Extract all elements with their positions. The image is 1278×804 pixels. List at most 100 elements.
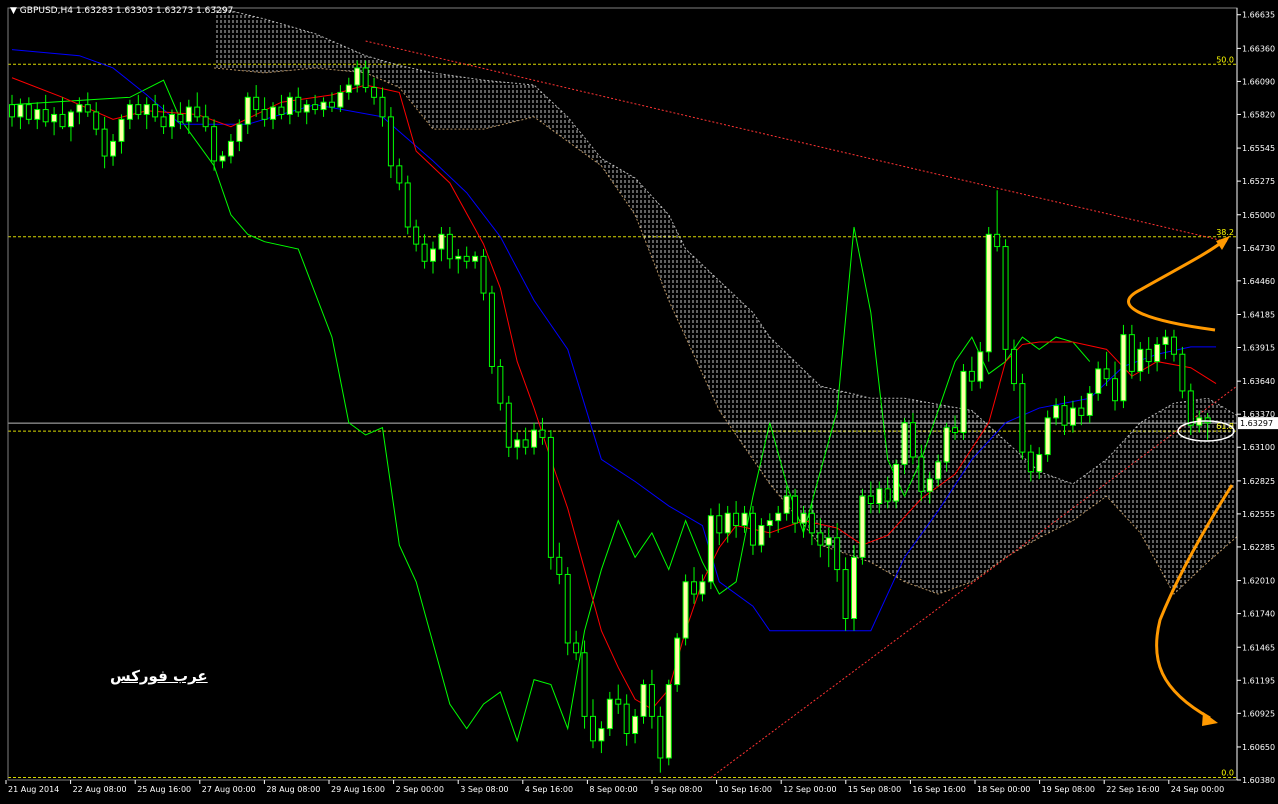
ichimoku-lines — [11, 49, 1217, 743]
bull-candle — [1044, 417, 1051, 456]
bear-candle — [1170, 336, 1177, 355]
bull-candle — [825, 537, 832, 546]
bear-candle — [59, 113, 66, 128]
bear-candle — [488, 292, 495, 367]
bear-candle — [556, 556, 563, 575]
y-tick-label: 1.66635 — [1242, 11, 1275, 20]
bear-candle — [1103, 368, 1110, 380]
bear-candle — [1128, 334, 1135, 372]
bear-candle — [160, 116, 167, 128]
x-tick-label: 8 Sep 00:00 — [589, 785, 637, 794]
bull-candle — [741, 512, 748, 527]
bull-candle — [1095, 368, 1102, 394]
bear-candle — [295, 96, 302, 113]
bear-candle — [446, 233, 453, 260]
bull-candle — [337, 91, 344, 108]
bull-candle — [514, 439, 521, 448]
x-tick-label: 9 Sep 08:00 — [654, 785, 702, 794]
bull-candle — [606, 698, 613, 730]
y-tick-label: 1.64185 — [1242, 310, 1275, 319]
x-tick-label: 25 Aug 16:00 — [137, 785, 191, 794]
bull-candle — [219, 155, 226, 162]
bear-candle — [968, 370, 975, 382]
y-tick-label: 1.66360 — [1242, 44, 1275, 53]
resistance-trendline — [365, 40, 1228, 243]
bear-candle — [994, 233, 1001, 248]
bear-candle — [379, 96, 386, 118]
bull-candle — [876, 488, 883, 504]
bear-candle — [952, 427, 959, 434]
y-tick-label: 1.62010 — [1242, 577, 1275, 586]
x-tick-label: 21 Aug 2014 — [8, 785, 59, 794]
bull-candle — [51, 113, 58, 123]
bear-candle — [1061, 405, 1068, 426]
bear-candle — [834, 537, 841, 571]
bear-candle — [177, 113, 184, 123]
bull-candle — [783, 495, 790, 514]
bear-candle — [84, 104, 91, 113]
y-tick-label: 1.60925 — [1242, 709, 1275, 718]
bear-candle — [413, 226, 420, 245]
bear-candle — [278, 106, 285, 115]
bear-candle — [152, 104, 159, 118]
bull-candle — [185, 106, 192, 123]
bear-candle — [691, 581, 698, 595]
y-tick-label: 1.63640 — [1242, 377, 1275, 386]
bear-candle — [564, 573, 571, 644]
bull-candle — [270, 106, 277, 120]
bear-candle — [421, 243, 428, 262]
bear-candle — [312, 104, 319, 111]
bull-candle — [758, 525, 765, 546]
bear-candle — [1002, 246, 1009, 350]
fib-label-1: 38.2 — [1216, 228, 1234, 237]
y-tick-label: 1.62825 — [1242, 477, 1275, 486]
bull-candle — [674, 637, 681, 686]
bear-candle — [615, 698, 622, 705]
chart-header: ▼ GBPUSD,H4 1.63283 1.63303 1.63273 1.63… — [10, 6, 233, 16]
bull-candle — [1036, 454, 1043, 473]
bear-candle — [1112, 378, 1119, 402]
bear-candle — [9, 104, 15, 118]
bear-candle — [657, 715, 664, 759]
bull-candle — [724, 512, 731, 534]
watermark-text: عرب فوركس — [110, 667, 208, 685]
bear-candle — [1027, 451, 1034, 473]
bull-candle — [531, 429, 538, 448]
y-tick-label: 1.62285 — [1242, 543, 1275, 552]
bear-candle — [261, 109, 268, 120]
bull-candle — [985, 233, 992, 353]
x-tick-label: 2 Sep 00:00 — [396, 785, 444, 794]
y-tick-label: 1.65545 — [1242, 144, 1275, 153]
y-tick-label: 1.62555 — [1242, 510, 1275, 519]
current-price-label: 1.63297 — [1240, 419, 1273, 428]
bull-candle — [775, 512, 782, 522]
bear-candle — [808, 512, 815, 534]
bull-candle — [1086, 392, 1093, 416]
x-tick-label: 19 Sep 08:00 — [1042, 785, 1095, 794]
bear-candle — [842, 569, 849, 620]
bull-candle — [632, 715, 639, 735]
bull-candle — [893, 463, 900, 502]
bull-candle — [960, 370, 967, 434]
bull-candle — [303, 104, 310, 113]
x-tick-label: 24 Sep 00:00 — [1171, 785, 1224, 794]
arrow-head-up-icon — [1216, 236, 1230, 250]
bull-candle — [320, 101, 327, 111]
bull-candle — [800, 512, 807, 524]
bear-candle — [1187, 390, 1194, 426]
bear-candle — [749, 512, 756, 546]
bull-candle — [110, 140, 117, 157]
bull-candle — [1162, 336, 1169, 345]
bear-candle — [135, 104, 142, 115]
bear-candle — [25, 104, 32, 120]
bull-candle — [430, 248, 436, 262]
bear-candle — [328, 101, 335, 108]
bear-candle — [909, 422, 916, 458]
bull-candle — [227, 140, 234, 157]
bull-candle — [1053, 405, 1060, 419]
bull-candle — [977, 351, 984, 382]
x-tick-label: 15 Sep 08:00 — [848, 785, 901, 794]
bear-candle — [497, 365, 504, 404]
bull-candle — [1154, 343, 1161, 363]
dropdown-arrow-icon[interactable]: ▼ — [10, 6, 17, 16]
